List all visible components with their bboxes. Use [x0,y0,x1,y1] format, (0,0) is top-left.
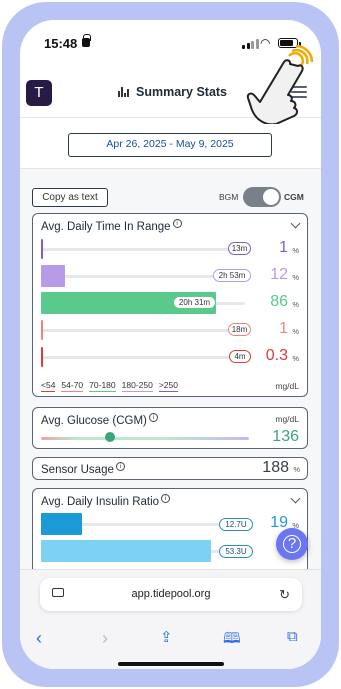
tir-percent-value: 12 [270,266,288,283]
info-icon[interactable]: i [172,219,182,228]
sensor-usage-card: Sensor Usage i 188 % [32,457,308,480]
time-in-range-card: Avg. Daily Time In Range i 13m 1% 2h 53m 12%… [32,213,308,397]
tir-percent-unit: % [292,273,299,282]
insulin-bar [41,513,82,535]
tir-bar [41,320,43,340]
bar-chart-icon [118,87,129,97]
tir-row: 20h 31m 86% [41,292,306,314]
tir-percent-unit: % [292,300,299,309]
tir-percent-unit: % [292,354,299,363]
sensor-usage-value: 188 [262,459,289,476]
sensor-usage-title: Sensor Usage i [41,462,125,476]
lock-icon [82,34,91,47]
tir-duration-pill: 18m [228,323,251,336]
copy-as-text-button[interactable]: Copy as text [32,188,108,207]
help-button[interactable]: ? [276,528,308,560]
tir-duration-pill: 20h 31m [173,296,216,309]
status-time: 15:48 [44,36,78,51]
bgm-cgm-toggle[interactable] [243,187,281,207]
bgm-label: BGM [219,192,239,202]
cellular-signal-icon [242,39,259,49]
legend-item: 54-70 [61,380,84,392]
tir-bar [41,265,65,287]
insulin-amount-pill: 12.7U [219,518,253,531]
avg-glucose-value: 136 [272,428,299,445]
glucose-unit: mg/dL [275,414,299,424]
tir-percent-value: 1 [279,320,288,337]
tir-duration-pill: 13m [228,242,251,255]
bookmarks-icon[interactable]: 🕮 [223,628,241,653]
range-legend: <54 54-70 70-180 180-250 >250 [41,380,178,392]
chevron-down-icon[interactable] [290,493,301,504]
glucose-range-track [41,437,249,440]
legend-item: 70-180 [89,380,116,392]
tir-row: 18m 1% [41,319,306,341]
tir-percent-value: 1 [279,239,288,256]
phone-screen: 15:48 ◠ T Summary Stats Apr 26, 2025 - M… [20,20,321,669]
tabs-icon[interactable]: ⧉ [287,628,298,645]
share-icon[interactable]: ⇪ [160,628,173,646]
tir-row: 13m 1% [41,238,306,260]
cgm-label: CGM [284,192,304,202]
wifi-icon: ◠ [260,36,271,50]
page-title-group: Summary Stats [118,85,227,99]
glucose-marker [104,432,115,442]
back-icon[interactable]: ‹ [36,628,42,649]
url-text: app.tidepool.org [131,588,211,600]
date-range-button[interactable]: Apr 26, 2025 - May 9, 2025 [68,133,272,157]
info-icon[interactable]: i [115,462,125,471]
time-in-range-title: Avg. Daily Time In Range i [41,219,182,233]
tir-track [41,329,245,332]
avg-glucose-card: Avg. Glucose (CGM) i mg/dL 136 [32,407,308,449]
tir-bar [41,347,43,367]
insulin-row: 53.3U [41,540,306,562]
info-icon[interactable]: i [148,413,158,422]
insulin-amount-pill: 53.3U [219,545,253,558]
tir-percent-unit: % [292,327,299,336]
insulin-row: 12.7U 19% [41,513,306,535]
legend-item: >250 [158,380,178,392]
hamburger-menu-icon[interactable] [291,86,307,98]
legend-unit: mg/dL [275,381,299,391]
home-indicator [118,662,224,666]
tir-percent-value: 0.3 [265,347,288,364]
chevron-down-icon[interactable] [290,218,301,229]
tir-row: 2h 53m 12% [41,265,306,287]
address-bar[interactable]: app.tidepool.org ↻ [40,578,302,611]
tir-duration-pill: 2h 53m [213,269,251,282]
tir-track [41,356,245,359]
battery-icon [278,38,301,48]
forward-icon[interactable]: › [102,628,108,649]
app-header: T Summary Stats [20,72,321,118]
status-bar: 15:48 ◠ [20,20,321,64]
browser-nav: ‹ › ⇪ 🕮 ⧉ [20,628,321,652]
tir-percent-unit: % [292,246,299,255]
tir-track [41,248,245,251]
page-title: Summary Stats [136,85,228,99]
browser-toolbar: app.tidepool.org ↻ ‹ › ⇪ 🕮 ⧉ [20,569,321,669]
tir-duration-pill: 4m [229,350,251,363]
sensor-usage-unit: % [293,465,300,474]
info-icon[interactable]: i [161,494,171,503]
legend-item: <54 [41,380,56,392]
app-logo[interactable]: T [26,80,52,106]
legend-item: 180-250 [121,380,153,392]
tir-bar [41,239,43,259]
insulin-bar [41,540,211,562]
insulin-ratio-title: Avg. Daily Insulin Ratio i [41,494,171,508]
tir-row: 4m 0.3% [41,346,306,368]
avg-glucose-title: Avg. Glucose (CGM) i [41,413,158,427]
tir-percent-value: 86 [270,293,288,310]
reload-icon[interactable]: ↻ [279,587,290,603]
